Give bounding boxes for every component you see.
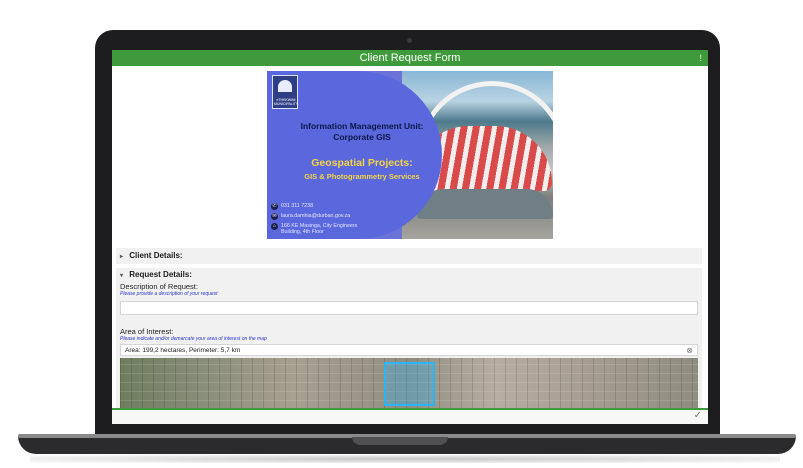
banner-subtitle: Geospatial Projects: [311, 157, 413, 169]
laptop-shadow [30, 455, 780, 463]
area-measurement-text: Area: 199,2 hectares, Perimeter: 5,7 km [125, 347, 241, 354]
banner-title: Information Management Unit: Corporate G… [277, 121, 447, 143]
phone-icon: ✆ [271, 203, 278, 210]
laptop-notch [352, 437, 448, 445]
header-banner: eTHEKWINI MUNICIPALITY Information Manag… [267, 71, 553, 239]
contact-phone: ✆ 031 311 7238 [271, 203, 313, 210]
area-hint: Please indicate and/or demarcate your ar… [120, 336, 267, 342]
close-icon[interactable]: ⊗ [686, 345, 693, 356]
stadium-base [417, 189, 553, 219]
area-of-interest-polygon[interactable] [384, 362, 435, 406]
municipality-logo: eTHEKWINI MUNICIPALITY [272, 75, 298, 109]
form-footer: ✓ [112, 408, 708, 424]
description-hint: Please provide a description of your req… [120, 291, 218, 297]
banner-title-line2: Corporate GIS [333, 132, 391, 142]
contact-email: ✉ laura.damhia@durban.gov.za [271, 213, 350, 220]
city-hall-dome-icon [278, 80, 292, 92]
app-title: Client Request Form [359, 52, 461, 64]
app-screen: Client Request Form ! eTHEKWINI MUNICIPA… [112, 50, 708, 424]
area-measurement: Area: 199,2 hectares, Perimeter: 5,7 km … [120, 344, 698, 356]
address-text: 166 KE Masinga, City Engineers Building,… [281, 223, 358, 235]
title-bar: Client Request Form ! [112, 50, 708, 66]
banner-services: GIS & Photogrammetry Services [304, 172, 420, 181]
request-details-header[interactable]: ▾ Request Details: [120, 270, 698, 279]
webcam [407, 38, 412, 43]
building-icon: ⌂ [271, 223, 278, 230]
logo-text: eTHEKWINI MUNICIPALITY [274, 98, 299, 106]
check-icon[interactable]: ✓ [694, 410, 702, 421]
description-input[interactable] [120, 301, 698, 315]
phone-text: 031 311 7238 [281, 203, 314, 209]
info-icon[interactable]: ! [699, 50, 702, 66]
client-details-label: Client Details: [129, 251, 183, 260]
expand-arrow-icon: ▾ [120, 273, 124, 279]
request-details-label: Request Details: [129, 270, 192, 279]
description-label: Description of Request: [120, 282, 198, 291]
area-map[interactable] [120, 358, 698, 410]
client-details-section[interactable]: ▸ Client Details: [116, 248, 702, 264]
email-text: laura.damhia@durban.gov.za [281, 213, 351, 219]
collapse-arrow-icon: ▸ [120, 254, 124, 260]
area-label: Area of Interest: [120, 327, 174, 336]
email-icon: ✉ [271, 213, 278, 220]
banner-title-line1: Information Management Unit: [300, 121, 424, 131]
contact-address: ⌂ 166 KE Masinga, City Engineers Buildin… [271, 223, 361, 235]
